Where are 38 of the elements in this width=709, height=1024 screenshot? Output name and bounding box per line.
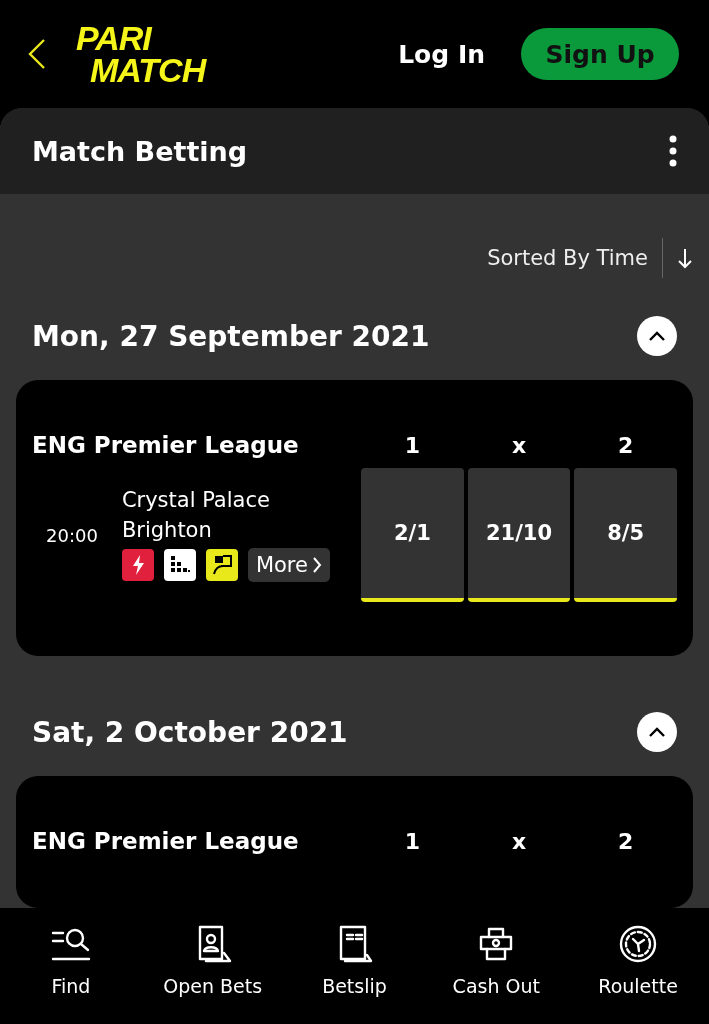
stats-grid-icon — [163, 549, 196, 582]
pitch-flag-icon — [205, 549, 238, 582]
outcome-header: x — [510, 432, 528, 458]
odds-button[interactable]: 8/5 — [574, 468, 677, 603]
collapse-button[interactable] — [637, 712, 677, 752]
login-button[interactable]: Log In — [392, 38, 491, 70]
team-name: Crystal Palace — [121, 488, 271, 513]
lightning-icon — [121, 549, 154, 582]
logo: PARI MATCH — [75, 21, 206, 87]
collapse-button[interactable] — [637, 316, 677, 357]
chevron-right-icon — [311, 556, 322, 575]
sort-arrow-icon[interactable] — [677, 247, 693, 270]
league-name: ENG Premier League — [32, 828, 300, 854]
outcome-header: 1 — [403, 828, 421, 854]
odds-button[interactable]: 21/10 — [467, 468, 571, 603]
nav-item[interactable]: Find — [0, 922, 142, 1024]
more-button[interactable]: More — [247, 548, 330, 583]
more-options-icon[interactable] — [669, 135, 677, 168]
nav-item[interactable]: Betslip — [283, 922, 426, 1024]
nav-item[interactable]: Roulette — [567, 922, 709, 1024]
nav-item[interactable]: Open Bets — [141, 922, 284, 1024]
back-icon[interactable] — [28, 38, 46, 70]
chevron-up-icon — [648, 726, 666, 738]
outcome-header: x — [510, 828, 528, 854]
team-name: Brighton — [121, 518, 213, 543]
outcome-header: 2 — [617, 828, 635, 854]
odds-button[interactable]: 2/1 — [361, 468, 464, 603]
nav-item[interactable]: Cash Out — [425, 922, 568, 1024]
page-title: Match Betting — [32, 135, 248, 167]
match-time: 20:00 — [46, 524, 98, 546]
chevron-up-icon — [648, 330, 666, 343]
league-name: ENG Premier League — [32, 432, 300, 459]
sort-label[interactable]: Sorted By Time — [487, 246, 648, 271]
date-heading: Sat, 2 October 2021 — [32, 715, 348, 749]
outcome-header: 1 — [403, 432, 421, 458]
date-heading: Mon, 27 September 2021 — [32, 319, 430, 353]
outcome-header: 2 — [617, 432, 635, 458]
signup-button[interactable]: Sign Up — [521, 28, 679, 80]
